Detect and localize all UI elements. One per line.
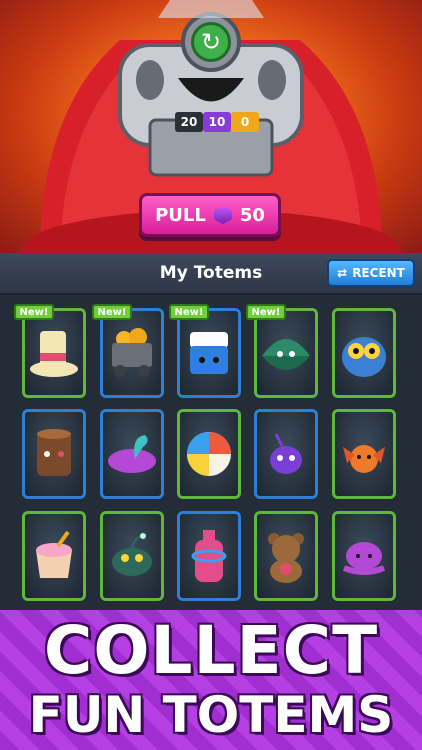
refresh-icon[interactable]: ↻ <box>191 22 231 62</box>
owl-icon <box>342 337 386 377</box>
totem-card-ice-cream[interactable] <box>22 511 86 601</box>
dragon-icon <box>343 445 385 473</box>
pull-label: PULL <box>155 204 206 226</box>
octopus-icon <box>342 542 386 575</box>
totem-card-teddy-bear[interactable] <box>254 511 318 601</box>
totem-card-beach-ball[interactable] <box>177 409 241 499</box>
totem-card-bottle[interactable] <box>177 511 241 601</box>
tree-stump-icon <box>37 429 71 476</box>
new-badge: New! <box>169 304 209 320</box>
counter-2: 10 <box>203 112 231 132</box>
promo-line-1: COLLECT <box>43 612 379 689</box>
counter-3: 0 <box>231 112 259 132</box>
totem-card-octopus[interactable] <box>332 511 396 601</box>
gem-icon <box>213 206 232 224</box>
promo-banner: COLLECT FUN TOTEMS <box>0 610 422 750</box>
pink-bottle-icon <box>191 530 227 582</box>
totem-card-dragon[interactable] <box>332 409 396 499</box>
new-badge: New! <box>92 304 132 320</box>
totem-card-cooler[interactable] <box>177 308 241 398</box>
anglerfish-icon <box>112 533 152 576</box>
gacha-machine-area: ↻ 20 10 0 PULL 50 <box>0 0 422 256</box>
cooler-icon <box>190 332 228 374</box>
ice-cream-cup-icon <box>36 530 72 578</box>
new-badge: New! <box>246 304 286 320</box>
new-badge: New! <box>14 304 54 320</box>
clam-icon <box>262 339 310 370</box>
beach-ball-icon <box>187 432 231 476</box>
counter-1: 20 <box>175 112 203 132</box>
pull-cost: 50 <box>239 204 265 226</box>
totem-card-mine-cart[interactable] <box>100 308 164 398</box>
totem-card-seahorse[interactable] <box>100 409 164 499</box>
recent-label: RECENT <box>352 266 405 280</box>
pull-button[interactable]: PULL 50 <box>139 193 281 237</box>
totem-card-owl[interactable] <box>332 308 396 398</box>
totem-card-clam[interactable] <box>254 308 318 398</box>
totem-card-anglerfish[interactable] <box>100 511 164 601</box>
teddy-bear-icon <box>268 533 304 583</box>
totem-card-stump[interactable] <box>22 409 86 499</box>
recent-sort-button[interactable]: ⇄ RECENT <box>327 259 415 287</box>
mine-cart-icon <box>112 328 152 377</box>
cowboy-hat-icon <box>30 331 78 377</box>
totem-card-cowboy-hat[interactable] <box>22 308 86 398</box>
seahorse-float-icon <box>108 435 156 473</box>
promo-line-2: FUN TOTEMS <box>28 686 394 744</box>
totem-card-bug[interactable] <box>254 409 318 499</box>
totems-header: My Totems ⇄ RECENT <box>0 253 422 295</box>
purple-bug-icon <box>270 433 302 474</box>
sort-icon: ⇄ <box>337 266 348 280</box>
